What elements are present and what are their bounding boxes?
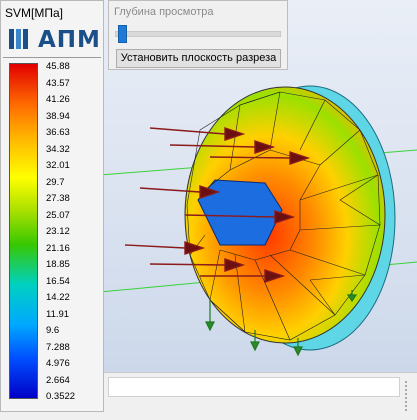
scale-tick-label: 23.12: [46, 226, 70, 237]
scale-tick-label: 0.3522: [46, 391, 76, 402]
scale-tick-label: 41.26: [46, 94, 70, 105]
set-section-plane-button[interactable]: Установить плоскость разреза: [116, 49, 281, 68]
scale-tick-label: 27.38: [46, 193, 70, 204]
scale-tick-label: 21.16: [46, 242, 70, 254]
scale-tick-label: 25.07: [46, 209, 70, 221]
scale-tick-label: 32.01: [46, 160, 70, 171]
apm-logo-icon: [9, 29, 28, 49]
scale-tick-label: 29.7: [46, 176, 65, 188]
scale-tick-label: 14.22: [46, 292, 70, 303]
scale-tick-label: 38.94: [46, 110, 70, 122]
resize-grip[interactable]: [399, 381, 407, 411]
scale-tick-label: 9.6: [46, 325, 60, 336]
apm-logo: АПМ: [8, 27, 101, 55]
scale-tick-label: 43.57: [46, 77, 70, 89]
view-depth-panel: Глубина просмотра Установить плоскость р…: [108, 0, 288, 70]
depth-label: Глубина просмотра: [114, 6, 214, 18]
scale-tick-label: 36.63: [46, 127, 70, 138]
apm-logo-text: АПМ: [38, 27, 101, 53]
scale-tick-label: 16.54: [46, 275, 70, 287]
legend-divider: [3, 57, 101, 58]
stress-legend-panel: SVM[МПа] АПМ 45.88 43.57 41.26 38.94 36.63 34…: [0, 0, 104, 412]
scale-tick-label: 34.32: [46, 143, 70, 155]
scale-tick-label: 18.85: [46, 259, 70, 270]
scale-tick-label: 4.976: [46, 358, 70, 369]
legend-title: SVM[МПа]: [5, 6, 63, 20]
color-scale-bar: [9, 63, 38, 399]
scale-tick-label: 11.91: [46, 308, 70, 320]
depth-slider-thumb[interactable]: [118, 25, 128, 43]
depth-slider-track[interactable]: [115, 31, 281, 37]
scale-tick-label: 7.288: [46, 341, 70, 353]
status-field: [108, 377, 400, 397]
scale-tick-label: 45.88: [46, 61, 70, 72]
scale-tick-label: 2.664: [46, 374, 70, 386]
